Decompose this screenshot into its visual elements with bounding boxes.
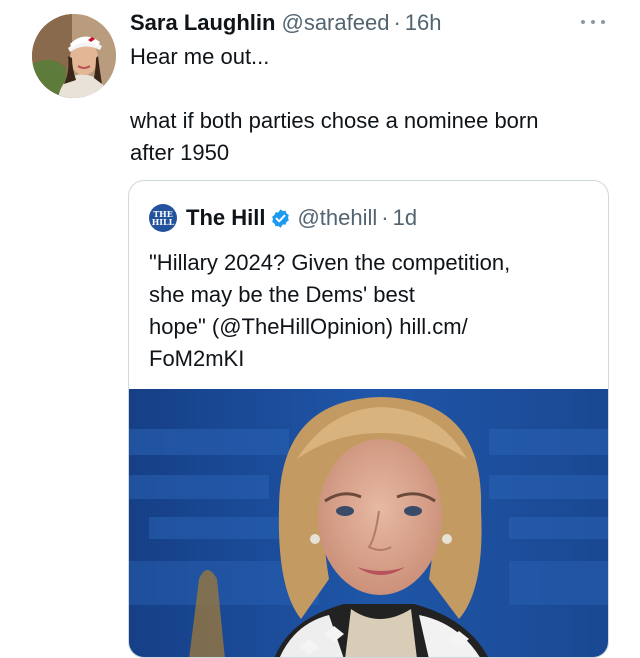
more-horizontal-icon — [581, 20, 585, 24]
separator: · — [393, 10, 401, 35]
quoted-author-handle[interactable]: @thehill — [297, 205, 377, 231]
quoted-tweet-image[interactable] — [129, 389, 608, 657]
more-options-button[interactable] — [578, 12, 608, 32]
tweet-text-line: after 1950 — [130, 140, 230, 165]
quoted-tweet-card[interactable]: THE HILL The Hill @thehill · 1d "Hillary… — [128, 180, 609, 658]
quoted-text-line[interactable]: FoM2mKI — [149, 343, 589, 375]
quoted-text-line[interactable]: hope" (@TheHillOpinion) hill.cm/ — [149, 311, 589, 343]
timestamp[interactable]: 16h — [405, 10, 442, 36]
hill-logo-line: HILL — [151, 217, 175, 227]
quoted-avatar[interactable]: THE HILL — [149, 204, 177, 232]
quoted-tweet-text: "Hillary 2024? Given the competition, sh… — [149, 247, 589, 375]
verified-badge-icon — [272, 208, 290, 228]
quoted-text-line: she may be the Dems' best — [149, 282, 415, 307]
author-name[interactable]: Sara Laughlin — [130, 10, 275, 36]
quoted-timestamp[interactable]: 1d — [393, 205, 417, 231]
quoted-tweet-header: THE HILL The Hill @thehill · 1d — [149, 202, 417, 234]
tweet-header: Sara Laughlin @sarafeed · 16h — [130, 10, 441, 40]
hill-logo: THE HILL — [152, 210, 175, 226]
tweet[interactable]: Sara Laughlin @sarafeed · 16h Hear me ou… — [0, 0, 640, 658]
quoted-text-line: "Hillary 2024? Given the competition, — [149, 250, 511, 275]
portrait-photo — [129, 389, 608, 657]
tweet-text-line: Hear me out... — [130, 44, 270, 69]
avatar-photo — [32, 14, 116, 98]
avatar[interactable] — [32, 14, 116, 98]
quoted-author-name[interactable]: The Hill — [186, 205, 265, 231]
separator: · — [381, 205, 389, 230]
tweet-text-line: what if both parties chose a nominee bor… — [130, 108, 539, 133]
tweet-text: Hear me out... what if both parties chos… — [130, 41, 610, 169]
author-handle[interactable]: @sarafeed — [281, 10, 389, 36]
